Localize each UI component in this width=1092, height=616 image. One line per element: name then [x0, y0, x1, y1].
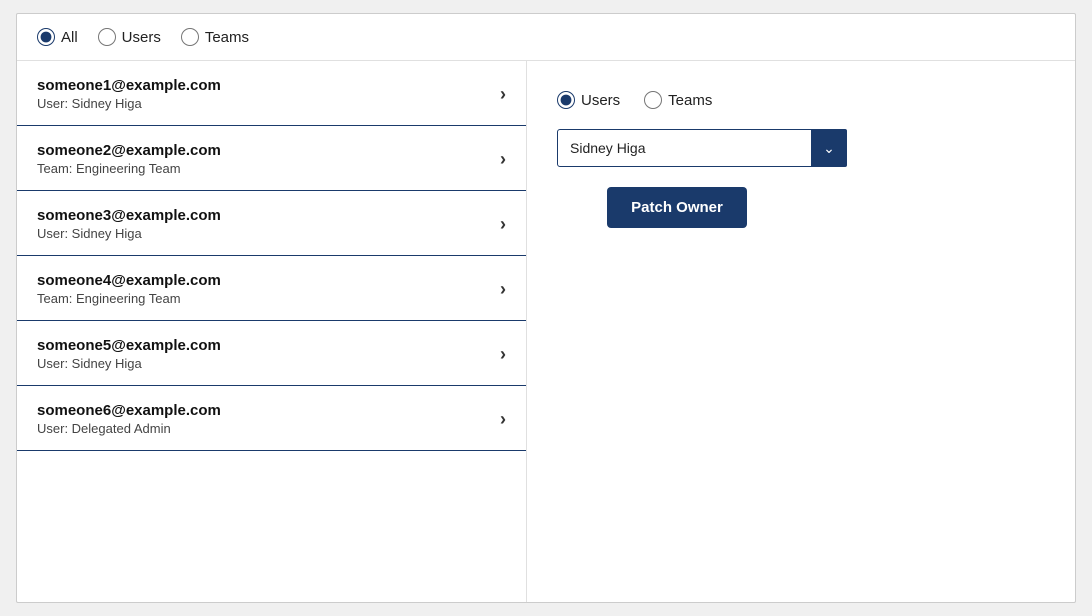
rp-filter-users-label: Users: [581, 92, 620, 109]
list-item[interactable]: someone4@example.com Team: Engineering T…: [17, 256, 526, 321]
list-item-text: someone5@example.com User: Sidney Higa: [37, 337, 221, 371]
list-item-sub: Team: Engineering Team: [37, 161, 221, 176]
rp-filter-teams-radio[interactable]: [644, 91, 662, 109]
rp-filter-teams-label: Teams: [668, 92, 712, 109]
list-item[interactable]: someone2@example.com Team: Engineering T…: [17, 126, 526, 191]
list-item-sub: User: Delegated Admin: [37, 421, 221, 436]
list-item[interactable]: someone6@example.com User: Delegated Adm…: [17, 386, 526, 451]
list-item[interactable]: someone5@example.com User: Sidney Higa ›: [17, 321, 526, 386]
rp-filter-users-radio[interactable]: [557, 91, 575, 109]
list-item-email: someone5@example.com: [37, 337, 221, 354]
filter-all[interactable]: All: [37, 28, 78, 46]
list-item-text: someone4@example.com Team: Engineering T…: [37, 272, 221, 306]
chevron-right-icon: ›: [500, 149, 506, 170]
list-item-email: someone2@example.com: [37, 142, 221, 159]
filter-users-radio[interactable]: [98, 28, 116, 46]
chevron-right-icon: ›: [500, 84, 506, 105]
list-item-text: someone1@example.com User: Sidney Higa: [37, 77, 221, 111]
filter-teams-label: Teams: [205, 29, 249, 46]
filter-teams-radio[interactable]: [181, 28, 199, 46]
content-area: someone1@example.com User: Sidney Higa ›…: [17, 61, 1075, 602]
list-item-sub: User: Sidney Higa: [37, 226, 221, 241]
chevron-right-icon: ›: [500, 214, 506, 235]
list-item[interactable]: someone3@example.com User: Sidney Higa ›: [17, 191, 526, 256]
rp-filter-teams[interactable]: Teams: [644, 91, 712, 109]
rp-filter-users[interactable]: Users: [557, 91, 620, 109]
list-item-email: someone4@example.com: [37, 272, 221, 289]
filter-all-label: All: [61, 29, 78, 46]
list-item-sub: User: Sidney Higa: [37, 356, 221, 371]
list-item-sub: Team: Engineering Team: [37, 291, 221, 306]
left-panel: someone1@example.com User: Sidney Higa ›…: [17, 61, 527, 602]
list-item-email: someone3@example.com: [37, 207, 221, 224]
filter-users[interactable]: Users: [98, 28, 161, 46]
owner-select[interactable]: Sidney HigaDelegated AdminEngineering Te…: [557, 129, 847, 167]
filter-teams[interactable]: Teams: [181, 28, 249, 46]
filter-all-radio[interactable]: [37, 28, 55, 46]
right-radio-group: Users Teams: [557, 91, 1045, 109]
filter-users-label: Users: [122, 29, 161, 46]
right-panel: Users Teams Sidney HigaDelegated AdminEn…: [527, 61, 1075, 602]
list-item-text: someone2@example.com Team: Engineering T…: [37, 142, 221, 176]
chevron-right-icon: ›: [500, 409, 506, 430]
list-item-email: someone1@example.com: [37, 77, 221, 94]
list-item-text: someone6@example.com User: Delegated Adm…: [37, 402, 221, 436]
list-item[interactable]: someone1@example.com User: Sidney Higa ›: [17, 61, 526, 126]
chevron-right-icon: ›: [500, 344, 506, 365]
chevron-right-icon: ›: [500, 279, 506, 300]
top-radio-group: All Users Teams: [37, 28, 249, 46]
list-item-email: someone6@example.com: [37, 402, 221, 419]
list-item-sub: User: Sidney Higa: [37, 96, 221, 111]
main-container: All Users Teams someone1@example.com Use…: [16, 13, 1076, 603]
patch-owner-button[interactable]: Patch Owner: [607, 187, 747, 228]
list-item-text: someone3@example.com User: Sidney Higa: [37, 207, 221, 241]
owner-select-wrapper: Sidney HigaDelegated AdminEngineering Te…: [557, 129, 847, 167]
top-filter-bar: All Users Teams: [17, 14, 1075, 61]
